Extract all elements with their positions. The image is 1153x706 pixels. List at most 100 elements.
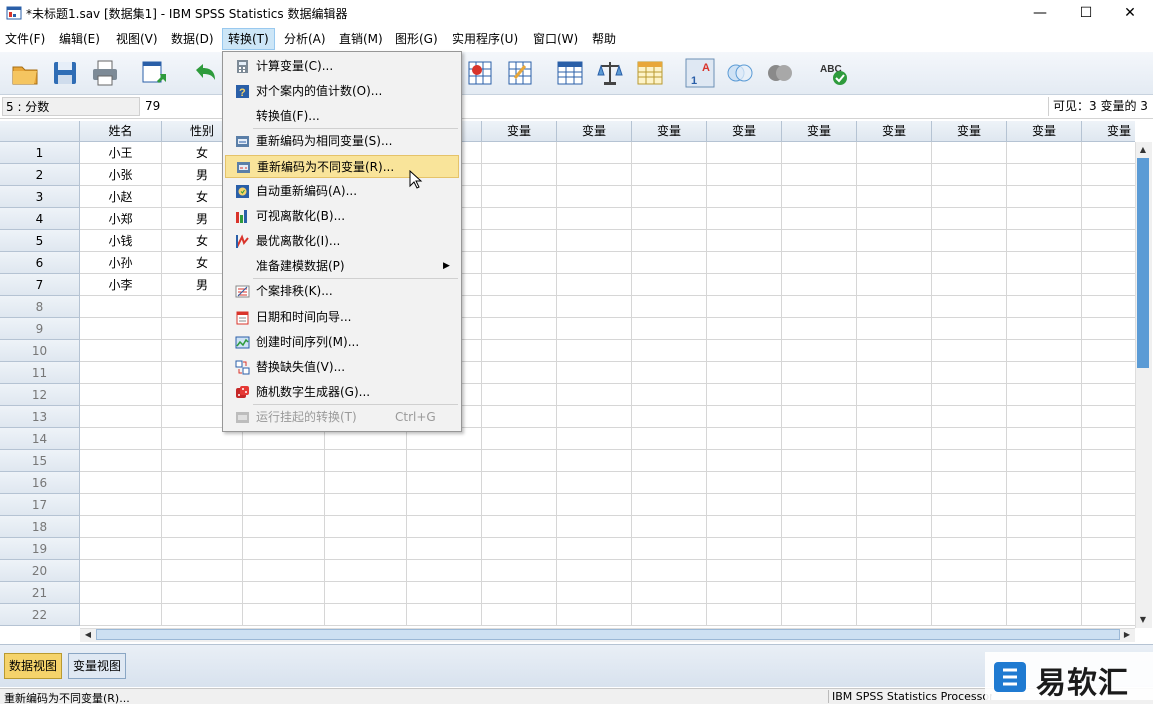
data-cell[interactable] [80,450,162,472]
data-cell[interactable] [325,538,407,560]
data-cell[interactable] [707,142,782,164]
data-cell[interactable] [932,472,1007,494]
data-cell[interactable] [243,472,325,494]
data-cell[interactable] [857,230,932,252]
menu-item-4[interactable]: 重新编码为相同变量(S)... [225,130,459,153]
weight-cases-icon[interactable] [595,58,625,88]
data-cell[interactable] [1007,494,1082,516]
data-cell[interactable] [482,186,557,208]
data-cell[interactable] [407,560,482,582]
data-cell[interactable] [782,406,857,428]
data-cell[interactable] [80,560,162,582]
column-header[interactable]: 变量 [782,121,857,142]
data-cell[interactable] [632,230,707,252]
data-cell[interactable] [557,516,632,538]
menu-help[interactable]: 帮助 [587,28,621,50]
data-cell[interactable] [857,318,932,340]
data-cell[interactable] [707,406,782,428]
data-cell[interactable] [632,186,707,208]
data-cell[interactable] [632,560,707,582]
data-cell[interactable] [557,340,632,362]
data-cell[interactable] [707,208,782,230]
value-labels-table-icon[interactable] [635,58,665,88]
menu-data[interactable]: 数据(D) [166,28,219,50]
column-header[interactable]: 变量 [932,121,1007,142]
data-cell[interactable] [1082,362,1135,384]
data-cell[interactable] [632,274,707,296]
data-cell[interactable] [557,428,632,450]
menu-item-1[interactable]: 计算变量(C)... [225,55,459,78]
data-cell[interactable] [707,362,782,384]
data-cell[interactable] [632,472,707,494]
data-cell[interactable] [707,186,782,208]
menu-file[interactable]: 文件(F) [0,28,50,50]
data-cell[interactable] [932,450,1007,472]
data-cell[interactable] [632,208,707,230]
data-cell[interactable] [1007,516,1082,538]
data-cell[interactable] [407,494,482,516]
data-cell[interactable] [1082,384,1135,406]
data-cell[interactable] [80,472,162,494]
data-cell[interactable] [857,186,932,208]
data-cell[interactable] [80,384,162,406]
data-cell[interactable] [162,494,243,516]
data-cell[interactable] [162,516,243,538]
data-cell[interactable] [632,252,707,274]
cell-value-editor[interactable]: 79 [142,97,225,116]
data-cell[interactable] [557,142,632,164]
column-header[interactable]: 姓名 [80,121,162,142]
data-cell[interactable] [857,142,932,164]
data-cell[interactable] [557,494,632,516]
data-cell[interactable] [557,318,632,340]
data-cell[interactable] [557,384,632,406]
data-cell[interactable] [857,252,932,274]
data-cell[interactable] [325,472,407,494]
data-cell[interactable] [932,164,1007,186]
data-cell[interactable] [932,186,1007,208]
horizontal-scroll-thumb[interactable] [96,629,1120,640]
data-cell[interactable] [557,582,632,604]
data-cell[interactable] [325,450,407,472]
menu-item-3[interactable]: 转换值(F)... [225,105,459,128]
data-cell[interactable] [1007,472,1082,494]
data-cell[interactable] [932,318,1007,340]
data-cell[interactable] [707,516,782,538]
data-cell[interactable] [707,428,782,450]
data-cell[interactable] [707,318,782,340]
data-cell[interactable] [932,406,1007,428]
data-cell[interactable] [1007,252,1082,274]
maximize-button[interactable]: ☐ [1063,0,1109,26]
data-cell[interactable] [857,604,932,626]
data-cell[interactable] [482,582,557,604]
menu-edit[interactable]: 编辑(E) [54,28,105,50]
show-all-variables-icon[interactable] [765,58,795,88]
data-cell[interactable] [782,274,857,296]
data-cell[interactable] [80,296,162,318]
data-cell[interactable] [557,472,632,494]
scroll-left-icon[interactable]: ◀ [82,629,94,640]
data-cell[interactable] [407,604,482,626]
row-header[interactable]: 20 [0,560,80,582]
scroll-right-icon[interactable]: ▶ [1121,629,1133,640]
data-cell[interactable] [557,252,632,274]
data-cell[interactable] [707,164,782,186]
data-cell[interactable] [857,516,932,538]
data-cell[interactable] [482,494,557,516]
data-cell[interactable] [243,494,325,516]
data-cell[interactable] [557,538,632,560]
data-cell[interactable]: 小张 [80,164,162,186]
data-cell[interactable] [1007,230,1082,252]
data-cell[interactable] [782,494,857,516]
data-cell[interactable] [80,340,162,362]
data-cell[interactable] [1007,340,1082,362]
data-cell[interactable] [325,516,407,538]
data-cell[interactable] [782,450,857,472]
row-header[interactable]: 13 [0,406,80,428]
data-cell[interactable] [857,340,932,362]
data-cell[interactable] [632,362,707,384]
data-cell[interactable] [782,538,857,560]
data-cell[interactable] [932,384,1007,406]
column-header[interactable]: 变量 [1082,121,1135,142]
data-cell[interactable] [1007,582,1082,604]
data-cell[interactable] [407,538,482,560]
